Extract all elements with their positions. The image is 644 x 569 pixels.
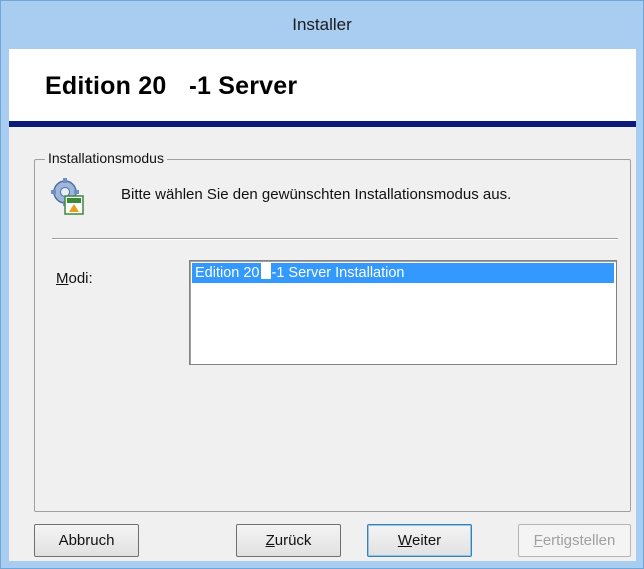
modes-listbox[interactable]: Edition 20 -1 Server Installation bbox=[189, 260, 617, 365]
modes-label: Modi: bbox=[56, 270, 93, 287]
installation-mode-group: Installationsmodus Bitte wählen Sie den … bbox=[34, 150, 631, 512]
installer-window: Installer Edition 20 -1 Server Installati… bbox=[0, 0, 644, 569]
window-titlebar[interactable]: Installer bbox=[1, 1, 643, 49]
back-button[interactable]: Zurück bbox=[236, 524, 341, 557]
finish-button[interactable]: Fertigstellen bbox=[518, 524, 631, 557]
next-button[interactable]: Weiter bbox=[367, 524, 472, 557]
product-title: Edition 20 -1 Server bbox=[45, 72, 297, 104]
window-title: Installer bbox=[292, 15, 352, 34]
group-label: Installationsmodus bbox=[45, 150, 167, 166]
list-item-selected[interactable]: Edition 20 -1 Server Installation bbox=[192, 263, 614, 283]
redaction-block bbox=[260, 263, 271, 279]
setup-gear-icon bbox=[51, 178, 85, 216]
separator bbox=[52, 238, 618, 240]
dialog-client-area: Edition 20-1 Server Installationsmodus bbox=[9, 49, 636, 561]
redaction-block bbox=[168, 73, 190, 104]
cancel-button[interactable]: Abbruch bbox=[34, 524, 139, 557]
wizard-header: Edition 20 -1 Server bbox=[9, 49, 636, 127]
mode-instruction-text: Bitte wählen Sie den gewünschten Install… bbox=[121, 186, 512, 203]
